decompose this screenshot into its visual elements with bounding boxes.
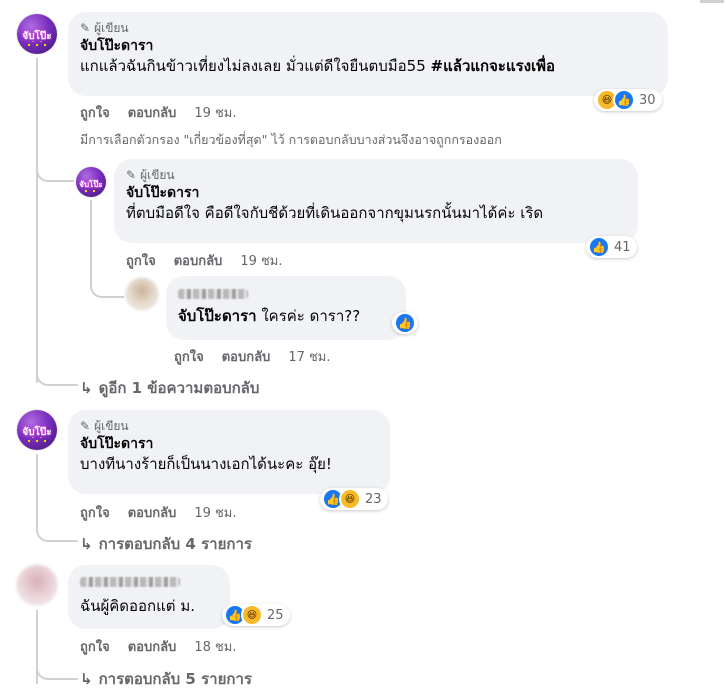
reply-bubble: ✎ ผู้เขียน จับโป๊ะดารา ที่ตบมือดีใจ คือด… — [114, 159, 638, 243]
thread-branch — [36, 368, 78, 386]
reply-text: จับโป๊ะดารา ใครค่ะ ดารา?? — [178, 306, 394, 327]
comment-timestamp[interactable]: 19 ชม. — [194, 102, 236, 123]
reply-button[interactable]: ตอบกลับ — [128, 502, 177, 523]
comment-actions: ถูกใจ ตอบกลับ 19 ชม. — [80, 502, 237, 523]
reply-button[interactable]: ตอบกลับ — [128, 102, 177, 123]
reply-actions: ถูกใจ ตอบกลับ 19 ชม. — [126, 250, 283, 271]
comment-timestamp[interactable]: 19 ชม. — [194, 502, 236, 523]
avatar-decoration — [25, 437, 49, 445]
reply-arrow-icon: ↳ — [80, 670, 93, 688]
mention-link[interactable]: จับโป๊ะดารา — [178, 307, 257, 325]
pencil-icon: ✎ — [126, 168, 137, 182]
author-badge-label: ผู้เขียน — [94, 20, 129, 35]
reply-arrow-icon: ↳ — [80, 379, 93, 397]
comment-bubble: ฉันผู้คิดออกแต่ ม. — [68, 565, 230, 629]
comment-author-name[interactable]: จับโป๊ะดารา — [80, 435, 378, 454]
author-badge-label: ผู้เขียน — [140, 167, 175, 182]
reaction-count: 25 — [267, 607, 284, 623]
reaction-count: 41 — [614, 239, 631, 255]
thread-line — [36, 454, 38, 529]
reaction-summary[interactable]: 👍 41 — [586, 236, 637, 258]
reply-button[interactable]: ตอบกลับ — [128, 636, 177, 657]
thread-connector-top — [700, 0, 724, 3]
redacted-name — [80, 577, 180, 587]
like-icon: 👍 — [394, 312, 416, 334]
reply-bubble: จับโป๊ะดารา ใครค่ะ ดารา?? — [166, 276, 406, 340]
like-icon: 👍 — [613, 89, 635, 111]
comment-text: ฉันผู้คิดออกแต่ ม. — [80, 597, 195, 615]
thread-branch — [36, 662, 78, 680]
thread-line — [90, 200, 92, 282]
reaction-summary[interactable]: 👍 😆 23 — [320, 488, 388, 510]
author-avatar[interactable]: จับโป๊ะ — [76, 167, 106, 197]
reply-timestamp[interactable]: 19 ชม. — [240, 250, 282, 271]
reaction-summary[interactable]: 👍 😆 25 — [222, 604, 290, 626]
comment-bubble: ✎ ผู้เขียน จับโป๊ะดารา แกแล้วฉันกินข้าวเ… — [68, 12, 668, 96]
like-button[interactable]: ถูกใจ — [126, 250, 156, 271]
reply-text: ที่ตบมือดีใจ คือดีใจกับชีด้วยที่เดินออกจ… — [126, 204, 544, 222]
user-avatar[interactable] — [126, 278, 158, 310]
comment-body: แกแล้วฉันกินข้าวเที่ยงไม่ลงเลย มั่วแต่ดี… — [80, 57, 431, 75]
author-avatar[interactable]: จับโป๊ะ — [17, 410, 57, 450]
reply-author-name[interactable]: จับโป๊ะดารา — [126, 184, 626, 203]
view-more-replies-link[interactable]: ↳ ดูอีก 1 ข้อความตอบกลับ — [80, 376, 259, 400]
comment-bubble: ✎ ผู้เขียน จับโป๊ะดารา บางทีนางร้ายก็เป็… — [68, 410, 390, 494]
avatar-decoration — [25, 41, 49, 49]
redacted-name — [178, 289, 248, 299]
comment-text: แกแล้วฉันกินข้าวเที่ยงไม่ลงเลย มั่วแต่ดี… — [80, 56, 656, 77]
comment-text: บางทีนางร้ายก็เป็นนางเอกได้นะคะ อุ๊ย! — [80, 455, 332, 473]
pencil-icon: ✎ — [80, 21, 91, 35]
view-replies-link[interactable]: ↳ การตอบกลับ 4 รายการ — [80, 532, 252, 556]
like-button[interactable]: ถูกใจ — [80, 502, 110, 523]
avatar-decoration — [82, 187, 100, 193]
reaction-summary[interactable]: 👍 — [392, 312, 418, 334]
reply-body: ใครค่ะ ดารา?? — [256, 307, 361, 325]
pencil-icon: ✎ — [80, 419, 91, 433]
author-badge-label: ผู้เขียน — [94, 418, 129, 433]
author-badge: ✎ ผู้เขียน — [80, 19, 656, 37]
thread-branch — [36, 160, 74, 182]
reply-timestamp[interactable]: 17 ชม. — [288, 346, 330, 367]
reply-actions: ถูกใจ ตอบกลับ 17 ชม. — [174, 346, 331, 367]
filter-notice: มีการเลือกตัวกรอง "เกี่ยวข้องที่สุด" ไว้… — [80, 132, 502, 147]
like-button[interactable]: ถูกใจ — [80, 102, 110, 123]
view-more-replies-label: ดูอีก 1 ข้อความตอบกลับ — [98, 379, 260, 397]
author-badge: ✎ ผู้เขียน — [80, 417, 378, 435]
view-replies-link[interactable]: ↳ การตอบกลับ 5 รายการ — [80, 667, 252, 691]
comment-actions: ถูกใจ ตอบกลับ 18 ชม. — [80, 636, 237, 657]
thread-branch — [36, 524, 78, 542]
reply-button[interactable]: ตอบกลับ — [222, 346, 271, 367]
author-avatar[interactable]: จับโป๊ะ — [17, 14, 57, 54]
reply-arrow-icon: ↳ — [80, 535, 93, 553]
like-button[interactable]: ถูกใจ — [80, 636, 110, 657]
comment-actions: ถูกใจ ตอบกลับ 19 ชม. — [80, 102, 237, 123]
comment-timestamp[interactable]: 18 ชม. — [194, 636, 236, 657]
haha-icon: 😆 — [241, 604, 263, 626]
like-button[interactable]: ถูกใจ — [174, 346, 204, 367]
reply-button[interactable]: ตอบกลับ — [174, 250, 223, 271]
reaction-summary[interactable]: 😆 👍 30 — [594, 89, 662, 111]
reaction-count: 30 — [639, 92, 656, 108]
view-replies-label: การตอบกลับ 4 รายการ — [98, 535, 252, 553]
user-avatar[interactable] — [17, 565, 57, 605]
author-badge: ✎ ผู้เขียน — [126, 166, 626, 184]
like-icon: 👍 — [588, 236, 610, 258]
reaction-count: 23 — [365, 491, 382, 507]
hashtag-link[interactable]: #แล้วแกจะแรงเพื่อ — [431, 57, 556, 75]
haha-icon: 😆 — [339, 488, 361, 510]
comment-author-name[interactable]: จับโป๊ะดารา — [80, 37, 656, 56]
thread-branch — [90, 278, 124, 298]
thread-line — [36, 58, 38, 383]
view-replies-label: การตอบกลับ 5 รายการ — [98, 670, 252, 688]
